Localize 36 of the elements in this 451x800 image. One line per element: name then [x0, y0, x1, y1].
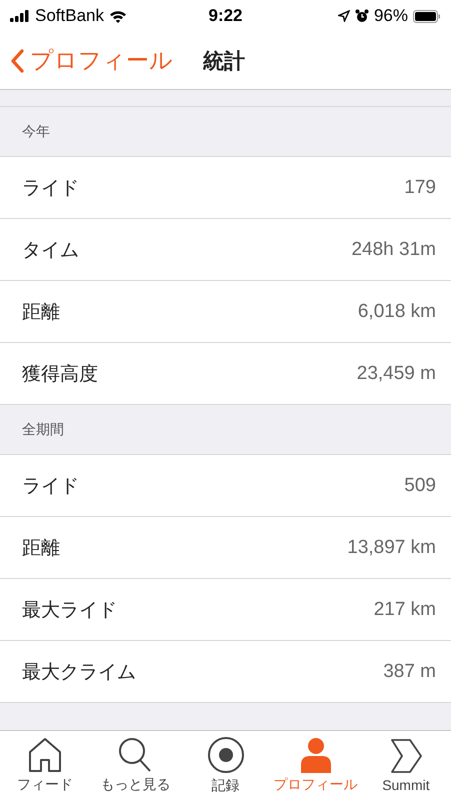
stat-label: 最大クライム — [22, 660, 136, 684]
stat-label: ライド — [22, 176, 79, 200]
house-icon — [28, 737, 62, 773]
stat-value: 13,897 km — [347, 536, 436, 558]
signal-icon — [10, 10, 30, 22]
record-icon — [206, 736, 244, 774]
section-header: 今年 — [22, 122, 50, 140]
location-arrow-icon — [338, 10, 350, 22]
carrier-name: SoftBank — [35, 6, 104, 26]
stat-value: 179 — [404, 176, 436, 198]
chevron-shape-icon — [388, 738, 423, 774]
stat-label: 距離 — [22, 536, 60, 560]
tab-item[interactable]: フィード — [0, 731, 90, 800]
stat-value: 217 km — [374, 598, 436, 620]
stat-label: タイム — [22, 238, 79, 262]
stat-value: 509 — [404, 474, 436, 496]
tab-item[interactable]: もっと見る — [90, 731, 180, 800]
battery-icon — [413, 10, 441, 22]
wifi-icon — [109, 10, 127, 22]
stat-value: 6,018 km — [358, 300, 436, 322]
stat-value: 248h 31m — [351, 238, 436, 260]
battery-percent: 96% — [374, 6, 408, 26]
stat-label: ライド — [22, 474, 79, 498]
stat-value: 23,459 m — [356, 362, 436, 384]
section-header: 全期間 — [22, 420, 64, 438]
search-icon — [117, 737, 154, 773]
back-chevron-icon — [10, 48, 24, 72]
stat-value: 387 m — [383, 660, 436, 682]
stat-label: 最大ライド — [22, 598, 117, 622]
alarm-clock-icon — [354, 9, 369, 23]
stat-label: 距離 — [22, 300, 60, 324]
page-title: 統計 — [203, 48, 245, 74]
tab-item[interactable]: Summit — [360, 731, 451, 800]
stat-label: 獲得高度 — [22, 362, 98, 386]
tab-item[interactable]: 記録 — [180, 731, 271, 800]
status-time: 9:22 — [208, 6, 243, 26]
